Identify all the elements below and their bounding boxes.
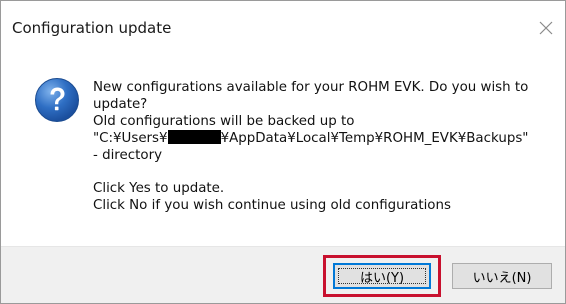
message-line: Old configurations will be backed up to	[93, 114, 355, 129]
backup-path-prefix: "C:¥Users¥	[93, 131, 168, 146]
no-button-label: いいえ(N)	[472, 270, 532, 286]
dialog-window: Configuration update New configurations …	[0, 0, 566, 304]
dialog-footer: はい(Y) いいえ(N)	[1, 246, 565, 303]
backup-path-suffix: ¥AppData¥Local¥Temp¥ROHM_EVK¥Backups"	[220, 131, 529, 146]
backup-path-line: "C:¥Users¥ ¥AppData¥Local¥Temp¥ROHM_EVK¥B…	[93, 130, 553, 147]
yes-button[interactable]: はい(Y)	[333, 263, 431, 289]
dialog-title: Configuration update	[12, 19, 172, 37]
dialog-content: New configurations available for your RO…	[1, 57, 565, 247]
message-line: Click Yes to update.	[93, 181, 225, 196]
message-line: New configurations available for your RO…	[93, 80, 529, 95]
message-line: update?	[93, 97, 148, 112]
focus-rectangle	[338, 268, 426, 284]
question-icon	[35, 78, 79, 122]
no-button[interactable]: いいえ(N)	[452, 263, 552, 289]
dialog-message: New configurations available for your RO…	[93, 79, 553, 214]
title-bar: Configuration update	[1, 1, 565, 57]
close-button[interactable]	[533, 15, 559, 41]
redacted-username	[167, 130, 221, 144]
message-line: - directory	[93, 148, 162, 163]
message-line: Click No if you wish continue using old …	[93, 198, 451, 213]
close-icon	[539, 21, 553, 35]
